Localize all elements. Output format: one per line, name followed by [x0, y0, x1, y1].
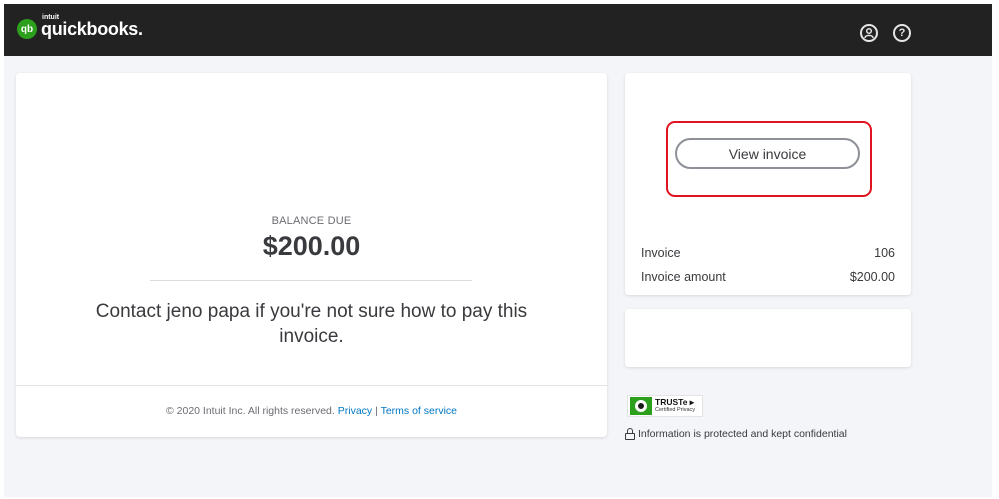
invoice-number-label: Invoice: [641, 246, 681, 260]
balance-due-label: BALANCE DUE: [271, 215, 352, 227]
invoice-amount-row: Invoice amount $200.00: [641, 270, 895, 284]
help-icon[interactable]: ?: [893, 24, 911, 42]
footer-divider: [16, 385, 607, 386]
lock-body: [625, 433, 635, 440]
invoice-details-card: View invoice Invoice 106 Invoice amount …: [625, 73, 911, 295]
privacy-link[interactable]: Privacy: [338, 405, 372, 417]
terms-of-service-link[interactable]: Terms of service: [381, 405, 457, 417]
account-icon-glyph: [864, 27, 874, 39]
logo-intuit-text: intuit: [42, 13, 60, 21]
invoice-amount-value: $200.00: [849, 270, 895, 284]
truste-badge[interactable]: TRUSTe ▸ Certified Privacy: [627, 395, 703, 417]
invoice-summary-card: BALANCE DUE $200.00 Contact jeno papa if…: [16, 73, 607, 437]
truste-brand: TRUSTe ▸: [655, 397, 695, 407]
invoice-number-row: Invoice 106: [641, 246, 895, 260]
invoice-amount-label: Invoice amount: [641, 270, 726, 284]
footer-separator: |: [375, 405, 378, 417]
contact-message: Contact jeno papa if you're not sure how…: [95, 301, 528, 347]
security-notice: Information is protected and kept confid…: [625, 428, 847, 440]
logo-period: .: [138, 18, 143, 39]
account-icon[interactable]: [860, 24, 878, 42]
view-invoice-button[interactable]: View invoice: [675, 138, 860, 169]
summary-divider: [150, 280, 472, 281]
logo-text: intuit quickbooks.: [41, 14, 143, 40]
security-message: Information is protected and kept confid…: [638, 428, 847, 440]
truste-logo-icon: [630, 397, 652, 415]
card-footer: © 2020 Intuit Inc. All rights reserved. …: [16, 405, 607, 417]
balance-due-amount: $200.00: [262, 231, 361, 261]
truste-subtitle: Certified Privacy: [655, 407, 696, 413]
empty-card: [625, 309, 911, 367]
truste-ring-shape: [635, 400, 647, 412]
truste-text: TRUSTe ▸ Certified Privacy: [655, 398, 695, 414]
logo-wordmark: quickbooks: [41, 18, 139, 39]
top-bar: qb intuit quickbooks. ?: [4, 4, 992, 56]
invoice-number-value: 106: [874, 246, 895, 260]
quickbooks-logo[interactable]: qb intuit quickbooks.: [17, 14, 143, 42]
lock-icon: [625, 428, 635, 440]
qb-logo-icon: qb: [17, 19, 37, 39]
copyright-text: © 2020 Intuit Inc. All rights reserved.: [165, 405, 335, 417]
